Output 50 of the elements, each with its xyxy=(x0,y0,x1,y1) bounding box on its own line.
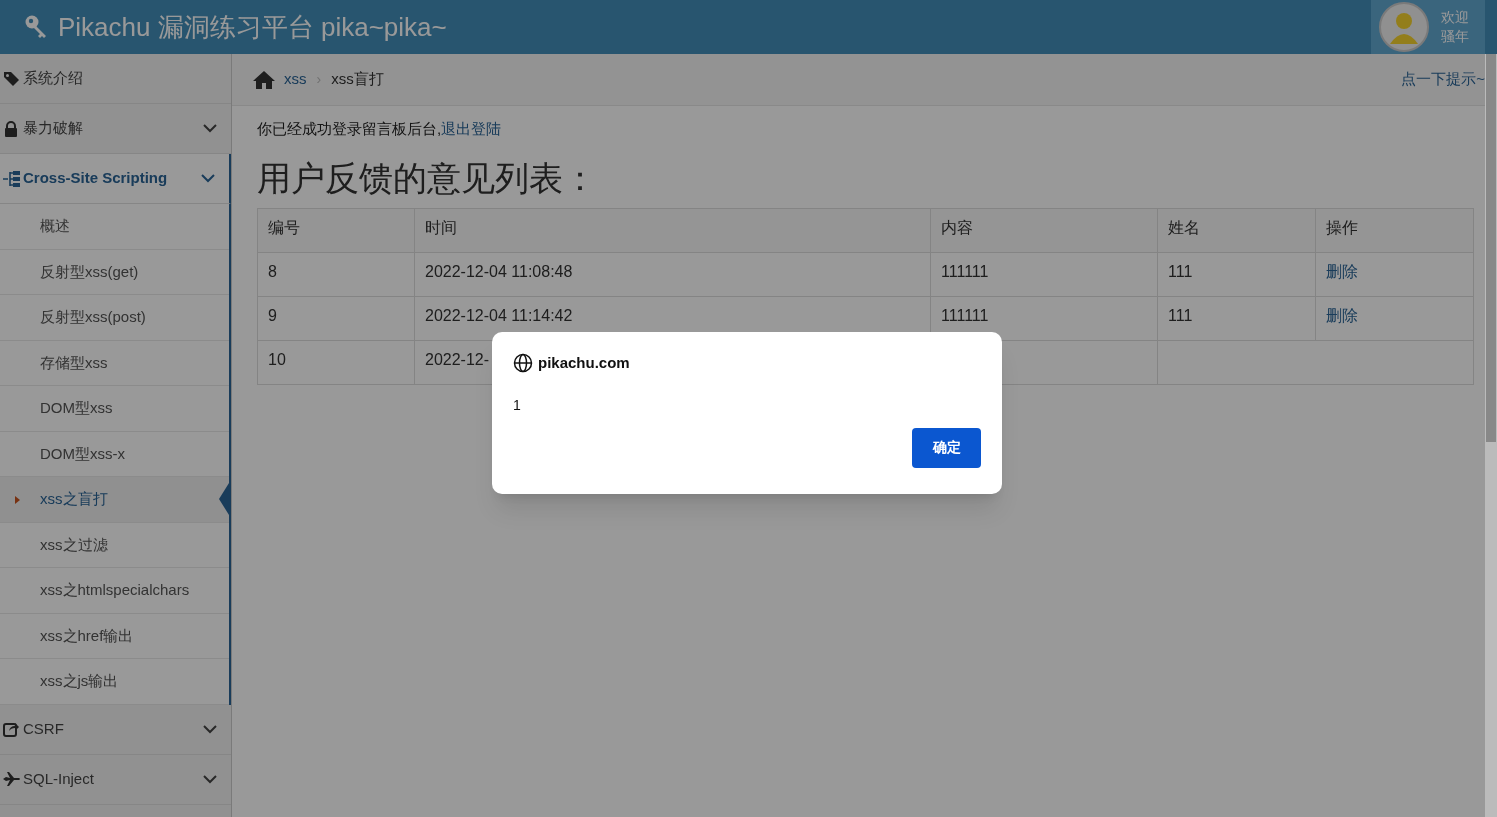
globe-icon xyxy=(513,353,533,374)
share-icon xyxy=(3,721,19,737)
delete-link[interactable]: 删除 xyxy=(1315,296,1474,340)
chevron-icon xyxy=(201,174,215,183)
chevron-icon xyxy=(203,124,217,133)
table-cell: 8 xyxy=(257,252,415,296)
scrollbar[interactable] xyxy=(1485,54,1497,817)
column-header: 操作 xyxy=(1315,208,1474,252)
plane-icon xyxy=(3,772,21,786)
submenu-item[interactable]: 反射型xss(get) xyxy=(0,249,229,295)
ok-button[interactable]: 确定 xyxy=(912,427,981,468)
hint-link[interactable]: 点一下提示~ xyxy=(1401,68,1485,91)
welcome-text: 欢迎 xyxy=(1441,8,1469,27)
delete-link[interactable]: 删除 xyxy=(1315,252,1474,296)
column-header: 内容 xyxy=(930,208,1158,252)
submenu-item[interactable]: xss之htmlspecialchars xyxy=(0,568,229,614)
home-icon[interactable] xyxy=(252,69,276,90)
breadcrumb-current: xss盲打 xyxy=(331,69,384,90)
dialog-message: 1 xyxy=(513,395,522,415)
table-cell: 111 xyxy=(1157,296,1316,340)
table-cell: 10 xyxy=(257,340,415,384)
submenu-item[interactable]: 存储型xss xyxy=(0,340,229,386)
sidebar-item[interactable]: Cross-Site Scripting xyxy=(0,154,231,204)
user-name: 骚年 xyxy=(1441,27,1469,46)
table-cell: 2022-12-04 11:08:48 xyxy=(414,252,931,296)
submenu-item[interactable]: 反射型xss(post) xyxy=(0,295,229,341)
submenu-item[interactable]: 概述 xyxy=(0,204,229,250)
column-header: 时间 xyxy=(414,208,931,252)
column-header: 编号 xyxy=(257,208,415,252)
submenu-item[interactable]: DOM型xss xyxy=(0,386,229,432)
page-heading: 用户反馈的意见列表： xyxy=(257,157,598,199)
app-title: Pikachu 漏洞练习平台 pika~pika~ xyxy=(58,10,447,44)
submenu-item[interactable]: xss之href输出 xyxy=(0,613,229,659)
separator-icon: › xyxy=(316,69,322,90)
dialog-site: pikachu.com xyxy=(538,353,630,373)
sitemap-icon xyxy=(3,170,21,187)
logout-link[interactable]: 退出登陆 xyxy=(441,120,502,137)
chevron-icon xyxy=(203,724,217,734)
submenu-item[interactable]: xss之过滤 xyxy=(0,522,229,568)
chevron-icon xyxy=(203,774,217,784)
table-cell: 111111 xyxy=(930,252,1158,296)
table-cell: 9 xyxy=(257,296,415,340)
breadcrumb-link[interactable]: xss xyxy=(284,68,307,91)
lock-icon xyxy=(3,120,19,137)
column-header: 姓名 xyxy=(1157,208,1316,252)
submenu-item[interactable]: xss之盲打 xyxy=(0,477,229,523)
login-notice: 你已经成功登录留言板后台,退出登陆 xyxy=(257,119,503,139)
avatar-icon xyxy=(1379,2,1429,52)
submenu-item[interactable]: xss之js输出 xyxy=(0,659,229,705)
table-cell: 111 xyxy=(1157,252,1316,296)
